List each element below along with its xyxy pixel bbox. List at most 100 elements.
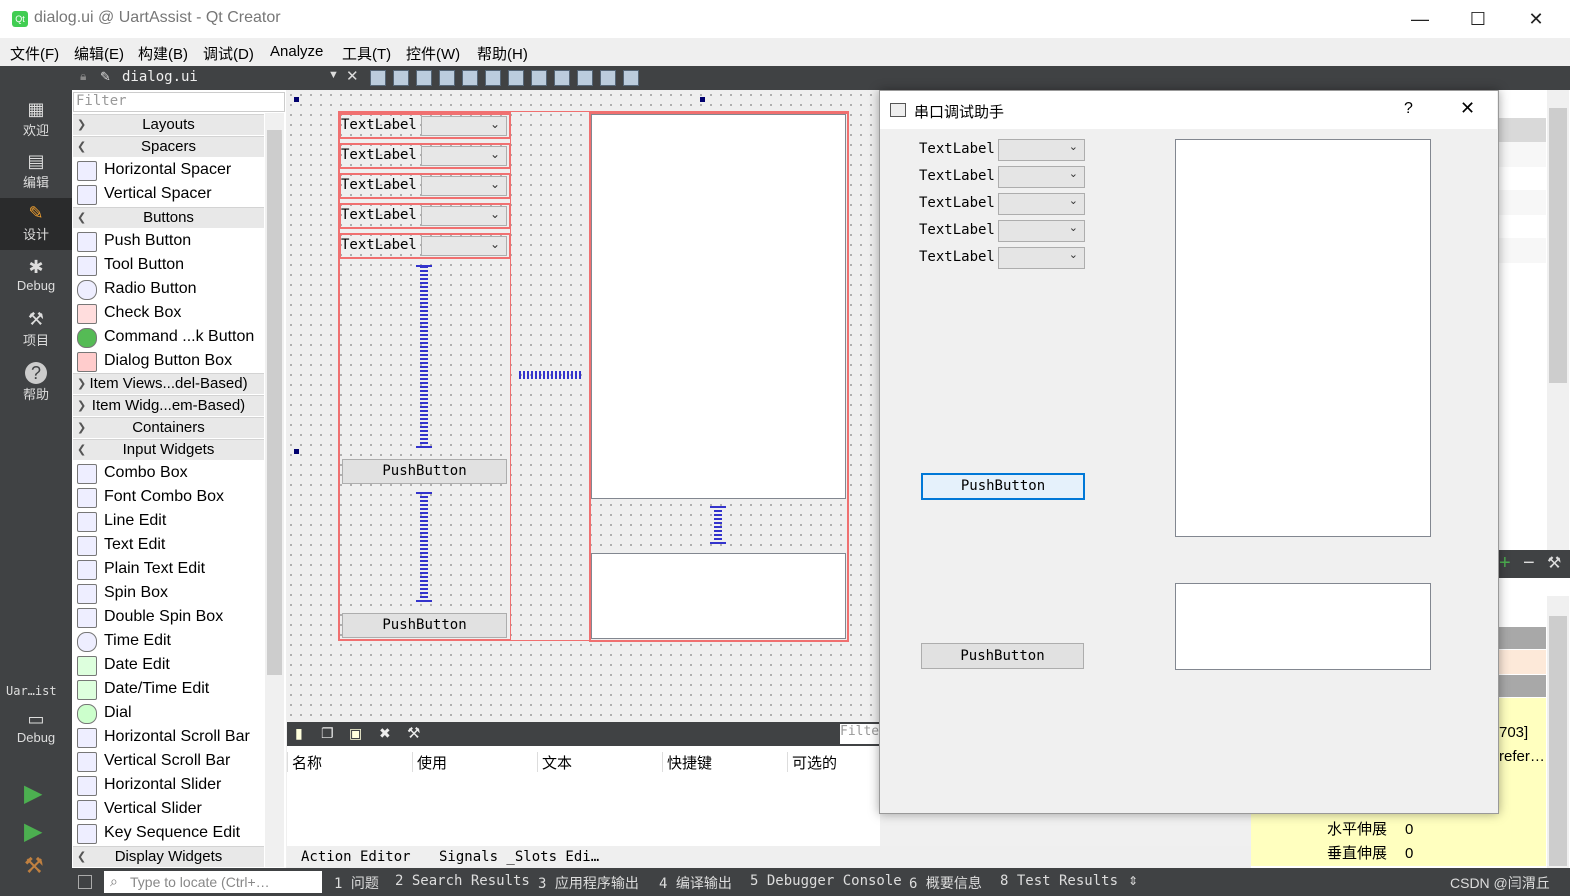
configure-icon[interactable]: ⚒ [1547,553,1561,573]
category-buttons[interactable]: ❮ Buttons [73,207,264,228]
widget-time-edit[interactable]: Time Edit [75,629,265,653]
menu-tools[interactable]: 工具(T) [342,43,391,64]
widget-plain-text-edit[interactable]: Plain Text Edit [75,557,265,581]
mode-edit[interactable]: ▤ 编辑 [0,146,72,198]
widget-spin-box[interactable]: Spin Box [75,581,265,605]
configure-icon[interactable]: ⚒ [407,724,420,742]
property-row-vertical-stretch[interactable]: 垂直伸展 0 [1251,842,1546,866]
dialog-combo-box[interactable]: ⌄ [998,247,1085,269]
add-property-icon[interactable]: + [1499,552,1511,575]
minimize-button[interactable]: — [1400,6,1440,32]
column-header-checkable[interactable]: 可选的 [787,752,837,772]
selection-handle[interactable] [294,97,299,102]
toggle-sidebar-icon[interactable] [78,875,92,889]
layout-v-splitter-icon[interactable] [531,70,547,86]
dialog-combo-box[interactable]: ⌄ [998,166,1085,188]
pane-general-messages[interactable]: 6 概要信息 [909,873,982,893]
form-push-button-1[interactable]: PushButton [342,459,507,484]
kit-selector[interactable]: ▭ Debug [0,704,72,760]
dialog-combo-box[interactable]: ⌄ [998,220,1085,242]
layout-horizontal-icon[interactable] [462,70,478,86]
mode-debug[interactable]: ✱ Debug [0,252,72,304]
form-text-label[interactable]: TextLabel [341,207,417,223]
property-scroll-thumb[interactable] [1549,616,1567,866]
mode-welcome[interactable]: ▦ 欢迎 [0,94,72,146]
dialog-combo-box[interactable]: ⌄ [998,193,1085,215]
action-filter-input[interactable]: Filte [840,724,880,744]
form-combo-box[interactable]: ⌄ [421,176,507,196]
remove-property-icon[interactable]: − [1523,552,1535,575]
widget-push-button[interactable]: Push Button [75,229,265,253]
widget-vertical-slider[interactable]: Vertical Slider [75,797,265,821]
form-combo-box[interactable]: ⌄ [421,146,507,166]
selection-handle[interactable] [700,97,705,102]
widget-date-edit[interactable]: Date Edit [75,653,265,677]
tab-action-editor[interactable]: Action Editor [301,846,411,868]
widget-vertical-scroll-bar[interactable]: Vertical Scroll Bar [75,749,265,773]
help-icon[interactable]: ? [1404,100,1413,118]
vertical-spacer[interactable] [710,506,726,544]
category-item-widgets[interactable]: ❯ Item Widg...em-Based) [73,395,264,416]
menu-build[interactable]: 构建(B) [138,43,188,64]
widget-text-edit[interactable]: Text Edit [75,533,265,557]
pane-compile-output[interactable]: 4 编译输出 [659,873,732,893]
widget-double-spin-box[interactable]: Double Spin Box [75,605,265,629]
form-text-label[interactable]: TextLabel [341,147,417,163]
widget-box-scroll-thumb[interactable] [267,130,282,675]
widget-command-link-button[interactable]: Command ...k Button [75,325,265,349]
widget-dialog-button-box[interactable]: Dialog Button Box [75,349,265,373]
pane-debugger-console[interactable]: 5 Debugger Console [750,873,902,889]
widget-line-edit[interactable]: Line Edit [75,509,265,533]
edit-signals-icon[interactable] [393,70,409,86]
new-action-icon[interactable]: ▮ [295,725,303,742]
form-text-browser[interactable] [591,114,846,499]
form-text-label[interactable]: TextLabel [341,117,417,133]
vertical-spacer[interactable] [416,265,432,448]
column-header-shortcut[interactable]: 快捷键 [662,752,712,772]
layout-form-icon[interactable] [554,70,570,86]
panes-menu-icon[interactable]: ⇕ [1128,874,1138,888]
vertical-spacer[interactable] [416,492,432,602]
object-tree-scroll-thumb[interactable] [1549,108,1567,383]
pane-test-results[interactable]: 8 Test Results [1000,873,1118,889]
mode-help[interactable]: ? 帮助 [0,358,72,410]
widget-filter-input[interactable]: Filter [73,92,285,112]
form-push-button-2[interactable]: PushButton [342,613,507,638]
widget-datetime-edit[interactable]: Date/Time Edit [75,677,265,701]
delete-icon[interactable]: ✖ [379,725,391,742]
dialog-line-input[interactable] [1175,583,1431,670]
form-combo-box[interactable]: ⌄ [421,206,507,226]
category-display-widgets[interactable]: ❮ Display Widgets [73,846,264,867]
property-value[interactable]: 0 [1405,842,1413,866]
layout-vertical-icon[interactable] [485,70,501,86]
category-item-views[interactable]: ❯ Item Views...del-Based) [73,373,264,394]
column-header-text[interactable]: 文本 [537,752,572,772]
widget-key-sequence-edit[interactable]: Key Sequence Edit [75,821,265,845]
column-header-used[interactable]: 使用 [412,752,447,772]
close-button[interactable]: ✕ [1516,6,1556,32]
category-layouts[interactable]: ❯ Layouts [73,114,264,135]
dialog-close-icon[interactable]: ✕ [1460,98,1475,119]
dialog-push-button-1[interactable]: PushButton [921,473,1085,500]
widget-horizontal-scroll-bar[interactable]: Horizontal Scroll Bar [75,725,265,749]
property-row-horizontal-stretch[interactable]: 水平伸展 0 [1251,818,1546,842]
widget-tool-button[interactable]: Tool Button [75,253,265,277]
form-combo-box[interactable]: ⌄ [421,236,507,256]
selection-handle[interactable] [294,449,299,454]
dialog-combo-box[interactable]: ⌄ [998,139,1085,161]
run-icon[interactable]: ▶ [24,779,42,808]
horizontal-spacer[interactable] [519,371,581,379]
layout-h-splitter-icon[interactable] [508,70,524,86]
menu-help[interactable]: 帮助(H) [477,43,528,64]
widget-vertical-spacer[interactable]: Vertical Spacer [75,182,265,206]
widget-dial[interactable]: Dial [75,701,265,725]
open-file-name[interactable]: dialog.ui [122,69,198,85]
menu-edit[interactable]: 编辑(E) [74,43,124,64]
paste-icon[interactable]: ▣ [349,725,362,742]
maximize-button[interactable]: ☐ [1458,6,1498,32]
menu-widgets[interactable]: 控件(W) [406,43,460,64]
widget-check-box[interactable]: Check Box [75,301,265,325]
edit-tab-order-icon[interactable] [439,70,455,86]
adjust-size-icon[interactable] [623,70,639,86]
file-dropdown-icon[interactable]: ▼ [328,69,339,81]
